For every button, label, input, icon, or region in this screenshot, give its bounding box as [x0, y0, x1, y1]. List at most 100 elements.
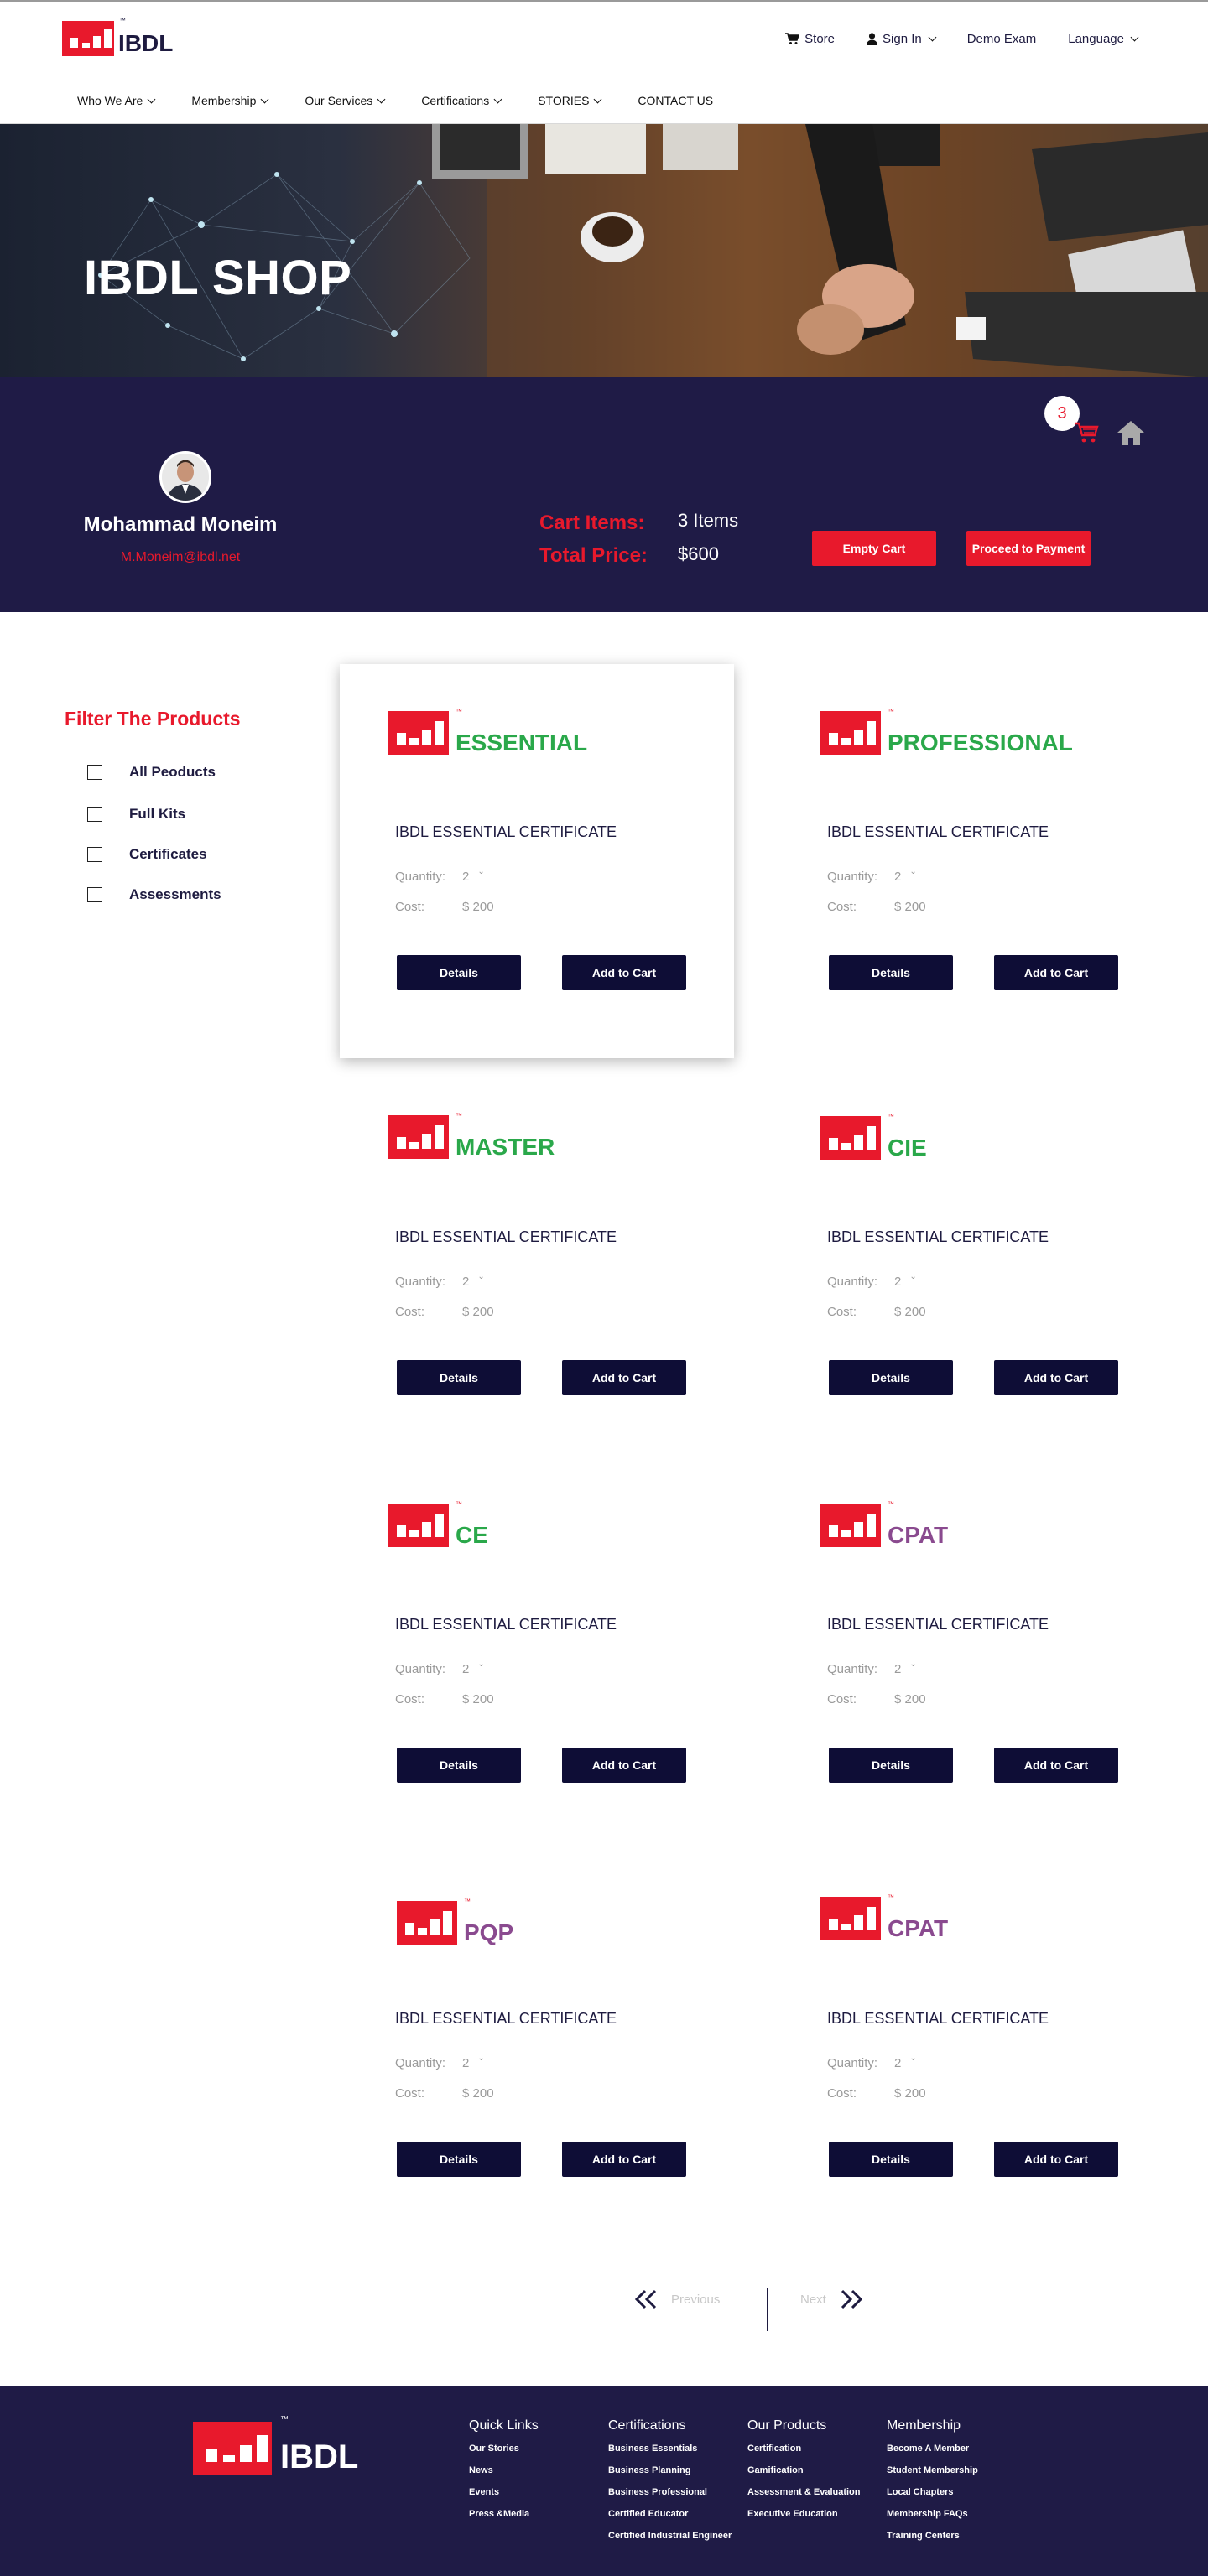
- quantity-stepper[interactable]: 2 ⌄: [894, 2054, 917, 2070]
- filter-label: All Peoducts: [129, 764, 216, 780]
- footer-link[interactable]: Become A Member: [887, 2444, 978, 2454]
- details-button[interactable]: Details: [397, 1748, 521, 1783]
- cart-icon[interactable]: [1074, 421, 1099, 444]
- product-card: ™ CPAT IBDL ESSENTIAL CERTIFICATE Quantity:…: [772, 1851, 1166, 2245]
- footer-link[interactable]: Business Essentials: [608, 2444, 732, 2454]
- footer-link[interactable]: Student Membership: [887, 2465, 978, 2475]
- language-select[interactable]: Language: [1068, 32, 1139, 46]
- product-card: ™ PROFESSIONAL IBDL ESSENTIAL CERTIFICATE Q…: [772, 664, 1166, 1058]
- details-button[interactable]: Details: [829, 1748, 953, 1783]
- add-to-cart-button[interactable]: Add to Cart: [994, 1360, 1118, 1395]
- quantity-stepper[interactable]: 2 ⌄: [894, 1659, 917, 1676]
- nav-item-who-we-are[interactable]: Who We Are: [77, 94, 156, 107]
- total-price-label: Total Price:: [539, 544, 648, 567]
- quantity-stepper[interactable]: 2 ⌄: [462, 2054, 485, 2070]
- quantity-stepper[interactable]: 2 ⌄: [462, 1272, 485, 1289]
- nav-item-stories[interactable]: STORIES: [538, 94, 602, 107]
- cost-label: Cost:: [827, 2086, 857, 2101]
- nav-item-contact-us[interactable]: CONTACT US: [638, 94, 713, 107]
- previous-page-button[interactable]: Previous: [634, 2289, 720, 2309]
- next-page-button[interactable]: Next: [800, 2289, 863, 2309]
- sign-in-label: Sign In: [883, 32, 922, 46]
- checkbox[interactable]: [87, 765, 102, 780]
- chevron-down-icon: [928, 33, 937, 42]
- filter-certificates[interactable]: Certificates: [87, 846, 207, 863]
- product-card: ™ MASTER IBDL ESSENTIAL CERTIFICATE Quantit…: [340, 1069, 734, 1463]
- footer-link[interactable]: News: [469, 2465, 539, 2475]
- checkbox[interactable]: [87, 847, 102, 862]
- footer-link[interactable]: Business Professional: [608, 2487, 732, 2497]
- footer-link[interactable]: Local Chapters: [887, 2487, 978, 2497]
- add-to-cart-button[interactable]: Add to Cart: [562, 1748, 686, 1783]
- footer-link[interactable]: Gamification: [747, 2465, 861, 2475]
- filter-assessments[interactable]: Assessments: [87, 886, 221, 903]
- add-to-cart-button[interactable]: Add to Cart: [562, 1360, 686, 1395]
- add-to-cart-button[interactable]: Add to Cart: [562, 2142, 686, 2177]
- footer-link[interactable]: Assessment & Evaluation: [747, 2487, 861, 2497]
- chevron-down-icon: ⌄: [909, 1272, 917, 1281]
- demo-exam-link[interactable]: Demo Exam: [967, 32, 1037, 46]
- proceed-to-payment-button[interactable]: Proceed to Payment: [966, 531, 1091, 566]
- footer-link[interactable]: Training Centers: [887, 2531, 978, 2541]
- details-button[interactable]: Details: [829, 955, 953, 990]
- details-button[interactable]: Details: [397, 1360, 521, 1395]
- footer-link[interactable]: Our Stories: [469, 2444, 539, 2454]
- product-name: ESSENTIAL: [456, 730, 588, 756]
- product-card: ™ CE IBDL ESSENTIAL CERTIFICATE Quantity: 2 ⌄…: [340, 1457, 734, 1851]
- logo-mark: [820, 711, 881, 755]
- chevron-down-icon: [377, 95, 386, 103]
- previous-label: Previous: [671, 2292, 721, 2307]
- empty-cart-button[interactable]: Empty Cart: [812, 531, 936, 566]
- logo-mark: [397, 1901, 457, 1945]
- nav-item-certifications[interactable]: Certifications: [421, 94, 502, 107]
- quantity-stepper[interactable]: 2 ⌄: [462, 867, 485, 884]
- product-card: ™ CPAT IBDL ESSENTIAL CERTIFICATE Quantity:…: [772, 1457, 1166, 1851]
- cost-value: $ 200: [894, 900, 926, 914]
- details-button[interactable]: Details: [829, 2142, 953, 2177]
- cost-label: Cost:: [395, 2086, 425, 2101]
- footer-link[interactable]: Certified Educator: [608, 2509, 732, 2519]
- footer-column: Membership Become A Member Student Members…: [887, 2418, 978, 2553]
- chevron-down-icon: ⌄: [477, 2054, 485, 2063]
- quantity-stepper[interactable]: 2 ⌄: [894, 867, 917, 884]
- product-logo: ™ CPAT: [820, 1893, 948, 1941]
- quantity-value: 2: [894, 870, 902, 884]
- filter-full-kits[interactable]: Full Kits: [87, 806, 185, 823]
- quantity-stepper[interactable]: 2 ⌄: [462, 1659, 485, 1676]
- checkbox[interactable]: [87, 887, 102, 902]
- details-button[interactable]: Details: [397, 2142, 521, 2177]
- details-button[interactable]: Details: [829, 1360, 953, 1395]
- footer-link[interactable]: Press &Media: [469, 2509, 539, 2519]
- footer-logo-tm: ™: [280, 2415, 289, 2424]
- quantity-stepper[interactable]: 2 ⌄: [894, 1272, 917, 1289]
- footer-link[interactable]: Certified Industrial Engineer: [608, 2531, 732, 2541]
- product-tm: ™: [888, 708, 894, 715]
- footer-column-title: Quick Links: [469, 2418, 539, 2433]
- footer-link[interactable]: Certification: [747, 2444, 861, 2454]
- nav-item-our-services[interactable]: Our Services: [305, 94, 386, 107]
- footer-link[interactable]: Executive Education: [747, 2509, 861, 2519]
- add-to-cart-button[interactable]: Add to Cart: [994, 1748, 1118, 1783]
- add-to-cart-button[interactable]: Add to Cart: [562, 955, 686, 990]
- footer-logo[interactable]: IBDL ™: [193, 2415, 358, 2476]
- logo-mark: [388, 1504, 449, 1547]
- checkbox[interactable]: [87, 807, 102, 822]
- details-button[interactable]: Details: [397, 955, 521, 990]
- add-to-cart-button[interactable]: Add to Cart: [994, 2142, 1118, 2177]
- home-icon[interactable]: [1116, 419, 1146, 446]
- ibdl-logo[interactable]: IBDL ™: [62, 17, 173, 57]
- footer-link[interactable]: Events: [469, 2487, 539, 2497]
- store-link[interactable]: Store: [785, 32, 835, 46]
- product-logo: ™ MASTER: [388, 1112, 555, 1160]
- nav-label: Who We Are: [77, 94, 143, 107]
- product-logo: ™ PQP: [397, 1898, 513, 1945]
- page-title: IBDL SHOP: [84, 251, 352, 305]
- filter-all-products[interactable]: All Peoducts: [87, 764, 216, 781]
- footer-link[interactable]: Business Planning: [608, 2465, 732, 2475]
- cost-value: $ 200: [894, 1692, 926, 1706]
- sign-in-link[interactable]: Sign In: [867, 32, 937, 46]
- footer-link[interactable]: Membership FAQs: [887, 2509, 978, 2519]
- nav-item-membership[interactable]: Membership: [191, 94, 269, 107]
- product-title: IBDL ESSENTIAL CERTIFICATE: [827, 1616, 1049, 1633]
- add-to-cart-button[interactable]: Add to Cart: [994, 955, 1118, 990]
